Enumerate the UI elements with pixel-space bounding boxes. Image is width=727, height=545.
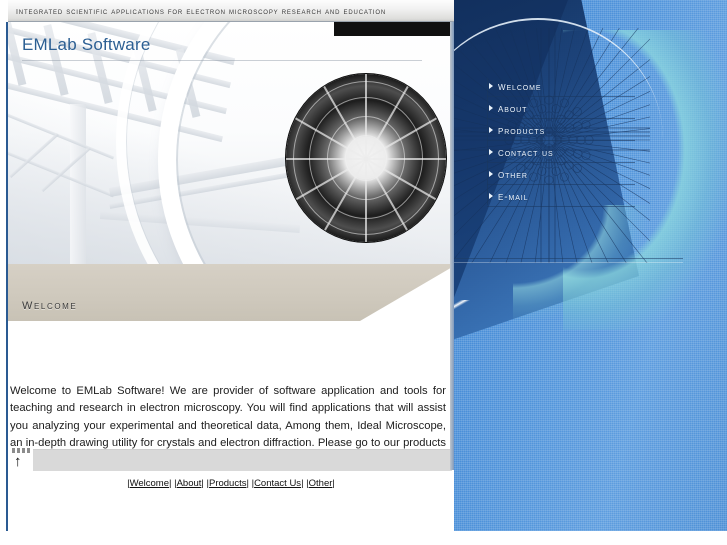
footer-link-welcome[interactable]: Welcome <box>130 478 169 489</box>
panel-divider-line-light <box>453 262 683 263</box>
electron-diffraction-disc <box>286 74 446 242</box>
footer-sep: | <box>201 478 204 489</box>
nav-item-label: About <box>498 100 528 115</box>
main-navigation: Welcome About Products Contact Us Other … <box>487 75 637 207</box>
triangle-bullet-icon <box>489 83 493 89</box>
footer-sep: | <box>332 478 335 489</box>
banner: EMLab Software <box>8 22 454 264</box>
banner-dark-strip <box>334 22 454 36</box>
footer-sep: | <box>301 478 304 489</box>
footer-links: |Welcome| |About| |Products| |Contact Us… <box>8 478 454 489</box>
up-arrow-icon: ↑ <box>14 453 22 470</box>
nav-item-email[interactable]: E-mail <box>487 185 635 207</box>
right-blue-panel: Welcome About Products Contact Us Other … <box>453 0 727 531</box>
nav-item-label: Products <box>498 122 546 137</box>
back-to-top-button[interactable]: ↑ <box>9 447 33 472</box>
triangle-bullet-icon <box>489 127 493 133</box>
separator-gray-bar <box>32 449 452 471</box>
footer-link-contact-us[interactable]: Contact Us <box>254 478 301 489</box>
nav-item-label: Welcome <box>498 78 542 93</box>
panel-divider-line <box>453 258 683 259</box>
triangle-bullet-icon <box>489 149 493 155</box>
logo-underline <box>22 60 422 61</box>
nav-item-label: Contact Us <box>498 144 554 159</box>
footer-sep: | <box>169 478 172 489</box>
content-column: Integrated scientific applications for e… <box>0 0 470 531</box>
site-tagline-bar: Integrated scientific applications for e… <box>8 0 454 22</box>
site-tagline: Integrated scientific applications for e… <box>16 4 387 17</box>
nav-item-contact-us[interactable]: Contact Us <box>487 141 635 163</box>
page-root: Welcome About Products Contact Us Other … <box>0 0 727 545</box>
nav-item-label: Other <box>498 166 528 181</box>
footer-link-about[interactable]: About <box>177 478 202 489</box>
nav-item-label: E-mail <box>498 188 529 203</box>
triangle-bullet-icon <box>489 105 493 111</box>
banner-photo <box>8 22 454 264</box>
footer-link-other[interactable]: Other <box>309 478 333 489</box>
nav-item-about[interactable]: About <box>487 97 635 119</box>
page-title: Welcome <box>22 296 78 313</box>
content-right-edge <box>450 22 454 470</box>
nav-item-other[interactable]: Other <box>487 163 635 185</box>
footer-link-products[interactable]: Products <box>209 478 247 489</box>
triangle-bullet-icon <box>489 171 493 177</box>
nav-item-welcome[interactable]: Welcome <box>487 75 635 97</box>
footer-sep: | <box>246 478 249 489</box>
nav-item-products[interactable]: Products <box>487 119 635 141</box>
triangle-bullet-icon <box>489 193 493 199</box>
site-logo-text: EMLab Software <box>22 35 151 54</box>
